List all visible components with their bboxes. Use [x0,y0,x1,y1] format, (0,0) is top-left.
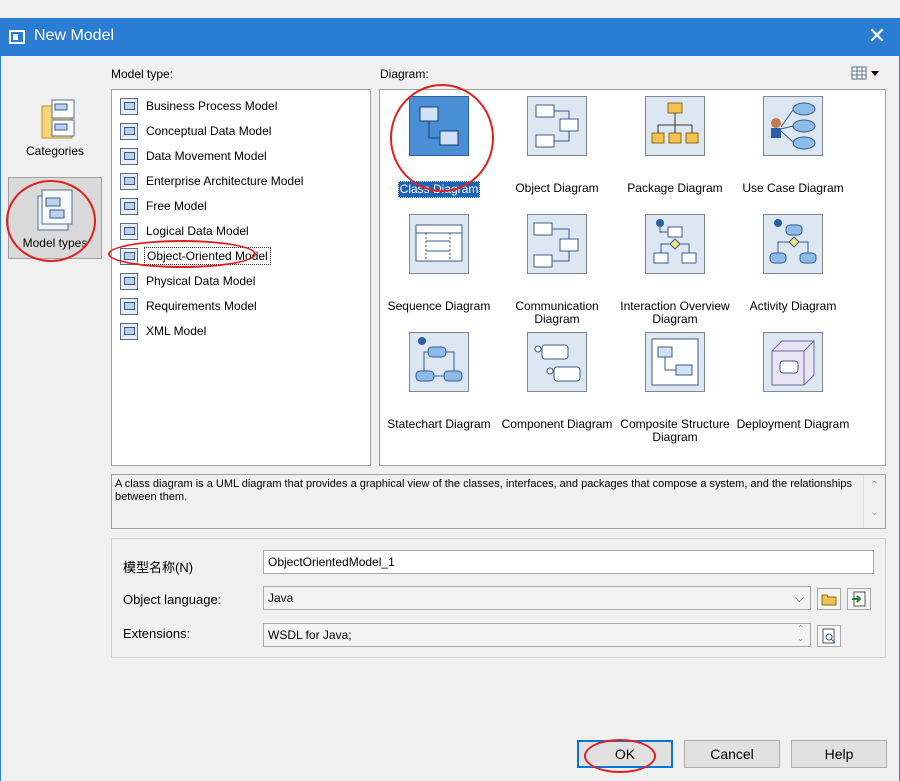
grid-view-icon [851,66,879,80]
model-name-field[interactable]: ObjectOrientedModel_1 [263,550,874,574]
diagram-item[interactable]: Communication Diagram [498,214,616,327]
package-diagram-icon [645,96,705,156]
interaction-overview-diagram-icon [645,214,705,274]
use-case-diagram-icon [763,96,823,156]
category-label: Categories [25,144,85,158]
chevron-down-icon: ⌵ [794,591,804,605]
select-extensions-button[interactable] [817,625,841,647]
model-types-icon [37,189,73,231]
model-type-label: Model type: [111,67,174,81]
close-button[interactable]: ✕ [854,18,900,56]
class-diagram-icon [409,96,469,156]
conceptual-data-model-icon [120,123,138,140]
extensions-label: Extensions: [123,626,191,641]
object-language-label: Object language: [123,592,222,607]
model-properties: 模型名称(N) ObjectOrientedModel_1 Object lan… [111,538,886,658]
composite-structure-diagram-icon [645,332,705,392]
diagram-panel[interactable]: Class Diagram Object Diagram Package Dia… [379,89,886,466]
help-button[interactable]: Help [791,740,887,768]
xml-model-icon [120,323,138,340]
deployment-diagram-icon [763,332,823,392]
browse-language-button[interactable] [817,588,841,610]
import-icon [852,591,866,607]
model-type-item[interactable]: XML Model [112,319,370,344]
statechart-diagram-icon [409,332,469,392]
diagram-item[interactable]: Sequence Diagram [380,214,498,314]
category-categories[interactable]: Categories [8,92,102,174]
extensions-value: WSDL for Java; [268,628,352,642]
diagram-item[interactable]: Deployment Diagram [734,332,852,432]
object-diagram-icon [527,96,587,156]
cancel-button[interactable]: Cancel [684,740,780,768]
sequence-diagram-icon [409,214,469,274]
description-scrollbar[interactable]: ⌃ ⌄ [863,475,885,528]
model-type-item[interactable]: Physical Data Model [112,269,370,294]
enterprise-architecture-model-icon [120,173,138,190]
diagram-item[interactable]: Statechart Diagram [380,332,498,432]
scroll-up-icon[interactable]: ⌃ [864,479,885,492]
component-diagram-icon [527,332,587,392]
model-type-item[interactable]: Enterprise Architecture Model [112,169,370,194]
activity-diagram-icon [763,214,823,274]
diagram-label: Diagram: [380,67,429,81]
object-oriented-model-icon [120,248,138,265]
diagram-item[interactable]: Package Diagram [616,96,734,196]
category-label: Model types [22,236,88,250]
free-model-icon [120,198,138,215]
model-type-item[interactable]: Free Model [112,194,370,219]
model-type-item[interactable]: Conceptual Data Model [112,119,370,144]
business-process-model-icon [120,98,138,115]
scroll-down-icon[interactable]: ⌄ [864,506,885,519]
diagram-item-selected[interactable]: Class Diagram [380,96,498,198]
model-type-item[interactable]: Logical Data Model [112,219,370,244]
object-language-select[interactable]: Java ⌵ [263,586,811,610]
logical-data-model-icon [120,223,138,240]
categories-icon [41,99,75,139]
physical-data-model-icon [120,273,138,290]
select-icon [822,628,836,644]
folder-icon [821,594,837,606]
model-name-label: 模型名称(N) [123,560,194,575]
diagram-item[interactable]: Object Diagram [498,96,616,196]
category-model-types[interactable]: Model types [8,177,102,259]
communication-diagram-icon [527,214,587,274]
ok-button[interactable]: OK [577,740,673,768]
diagram-item[interactable]: Activity Diagram [734,214,852,314]
window-title: New Model [34,27,115,44]
object-language-value: Java [268,591,294,605]
description-box: A class diagram is a UML diagram that pr… [111,474,886,529]
model-type-item[interactable]: Business Process Model [112,94,370,119]
title-bar: New Model ✕ [0,18,900,56]
model-type-list[interactable]: Business Process Model Conceptual Data M… [111,89,371,466]
description-text: A class diagram is a UML diagram that pr… [115,478,852,503]
model-type-item[interactable]: Data Movement Model [112,144,370,169]
spinner-icon[interactable]: ⌃ ⌄ [797,624,804,644]
view-menu-button[interactable] [851,64,881,82]
import-language-button[interactable] [847,588,871,610]
model-type-item[interactable]: Requirements Model [112,294,370,319]
app-icon [9,30,25,44]
close-icon: ✕ [867,23,887,48]
diagram-item[interactable]: Interaction Overview Diagram [616,214,734,327]
requirements-model-icon [120,298,138,315]
model-type-item-selected[interactable]: Object-Oriented Model [112,244,370,269]
extensions-field[interactable]: WSDL for Java; ⌃ ⌄ [263,623,811,647]
data-movement-model-icon [120,148,138,165]
diagram-item[interactable]: Composite Structure Diagram [616,332,734,445]
diagram-item[interactable]: Use Case Diagram [734,96,852,196]
diagram-item[interactable]: Component Diagram [498,332,616,432]
